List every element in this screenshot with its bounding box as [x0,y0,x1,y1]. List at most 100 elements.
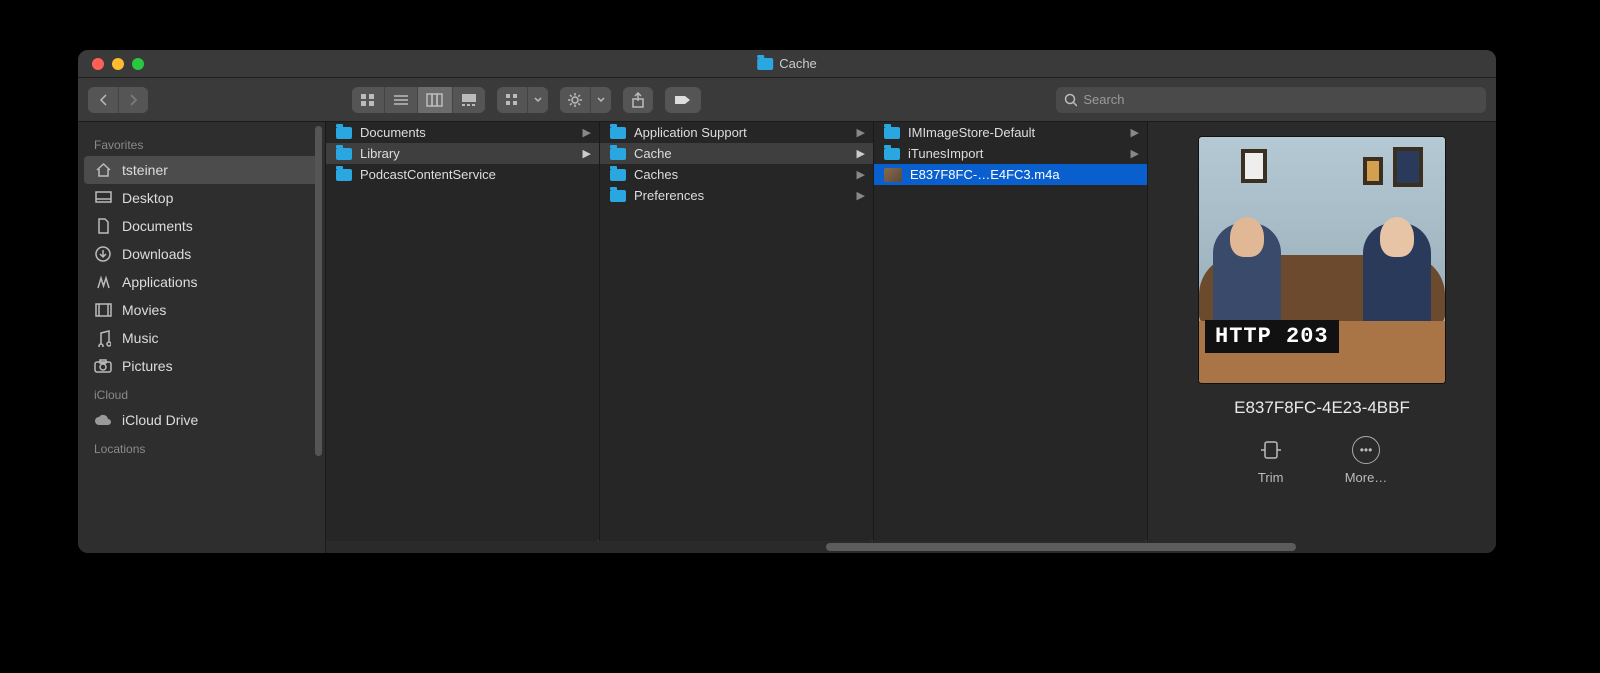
chevron-right-icon: ▶ [1131,147,1139,160]
sidebar: Favorites tsteiner Desktop Documents Dow… [78,122,326,553]
close-window-button[interactable] [92,58,104,70]
action-label: More… [1345,470,1388,485]
list-item[interactable]: iTunesImport ▶ [874,143,1147,164]
chevron-right-icon: ▶ [857,168,865,181]
chevron-right-icon: ▶ [857,189,865,202]
sidebar-item-home[interactable]: tsteiner [84,156,319,184]
view-buttons [352,87,485,113]
view-gallery-button[interactable] [452,87,485,113]
folder-icon [610,148,626,160]
chevron-right-icon [128,93,139,107]
sidebar-item-label: Downloads [122,246,191,262]
list-item[interactable]: Documents ▶ [326,122,599,143]
applications-icon [94,273,112,291]
horizontal-scrollbar[interactable] [326,541,1496,553]
list-item-selected[interactable]: E837F8FC-…E4FC3.m4a [874,164,1147,185]
movies-icon [94,301,112,319]
sidebar-item-label: Desktop [122,190,173,206]
folder-icon [610,190,626,202]
list-item[interactable]: PodcastContentService [326,164,599,185]
list-item-label: iTunesImport [908,146,1123,161]
column-2[interactable]: Application Support ▶ Cache ▶ Caches ▶ P… [600,122,874,553]
sidebar-heading-locations: Locations [78,434,325,460]
sidebar-item-label: Applications [122,274,198,290]
sidebar-item-label: Documents [122,218,193,234]
sidebar-scrollbar[interactable] [315,126,322,456]
chevron-right-icon: ▶ [1131,126,1139,139]
view-list-button[interactable] [384,87,417,113]
column-browser: Documents ▶ Library ▶ PodcastContentServ… [326,122,1496,553]
finder-window: Cache [78,50,1496,553]
zoom-window-button[interactable] [132,58,144,70]
sidebar-item-documents[interactable]: Documents [78,212,325,240]
sidebar-item-icloud-drive[interactable]: iCloud Drive [78,406,325,434]
trim-button[interactable]: Trim [1257,436,1285,485]
back-button[interactable] [88,87,118,113]
list-item-label: IMImageStore-Default [908,125,1123,140]
list-item[interactable]: Library ▶ [326,143,599,164]
scrollbar-thumb[interactable] [826,543,1296,551]
chevron-down-icon [597,97,605,103]
titlebar: Cache [78,50,1496,78]
folder-icon [336,148,352,160]
sidebar-item-music[interactable]: Music [78,324,325,352]
sidebar-heading-icloud: iCloud [78,380,325,406]
list-item-label: Application Support [634,125,849,140]
folder-icon [757,58,773,70]
chevron-down-icon [534,97,542,103]
gear-icon [568,93,582,107]
list-item-label: E837F8FC-…E4FC3.m4a [910,167,1139,182]
chevron-right-icon: ▶ [583,126,591,139]
tags-button[interactable] [665,87,701,113]
list-item[interactable]: Preferences ▶ [600,185,873,206]
sidebar-heading-favorites: Favorites [78,130,325,156]
sidebar-item-applications[interactable]: Applications [78,268,325,296]
list-item-label: PodcastContentService [360,167,591,182]
music-icon [94,329,112,347]
list-icon [393,93,409,107]
window-title: Cache [757,56,817,71]
column-3[interactable]: IMImageStore-Default ▶ iTunesImport ▶ E8… [874,122,1148,553]
downloads-icon [94,245,112,263]
list-item[interactable]: Application Support ▶ [600,122,873,143]
view-icons-button[interactable] [352,87,384,113]
folder-icon [336,169,352,181]
list-item[interactable]: Caches ▶ [600,164,873,185]
list-item[interactable]: IMImageStore-Default ▶ [874,122,1147,143]
sidebar-item-desktop[interactable]: Desktop [78,184,325,212]
documents-icon [94,217,112,235]
preview-thumbnail: HTTP 203 [1198,136,1446,384]
share-icon [631,92,645,108]
forward-button[interactable] [118,87,148,113]
list-item[interactable]: Cache ▶ [600,143,873,164]
action-button[interactable] [560,87,611,113]
artwork-banner-text: HTTP 203 [1205,320,1339,353]
column-1[interactable]: Documents ▶ Library ▶ PodcastContentServ… [326,122,600,553]
folder-icon [336,127,352,139]
search-input[interactable] [1083,92,1478,107]
folder-icon [610,127,626,139]
file-thumbnail-icon [884,168,902,182]
list-item-label: Cache [634,146,849,161]
traffic-lights [78,58,144,70]
sidebar-item-pictures[interactable]: Pictures [78,352,325,380]
grid-small-icon [505,93,519,107]
sidebar-item-downloads[interactable]: Downloads [78,240,325,268]
view-columns-button[interactable] [417,87,452,113]
gallery-icon [461,93,477,107]
folder-icon [884,127,900,139]
trim-icon [1257,436,1285,464]
list-item-label: Preferences [634,188,849,203]
chevron-right-icon: ▶ [857,147,865,160]
chevron-right-icon: ▶ [583,147,591,160]
sidebar-item-label: iCloud Drive [122,412,198,428]
more-button[interactable]: ••• More… [1345,436,1388,485]
preview-pane: HTTP 203 E837F8FC-4E23-4BBF Trim ••• Mor… [1148,122,1496,553]
minimize-window-button[interactable] [112,58,124,70]
share-button[interactable] [623,87,653,113]
preview-filename: E837F8FC-4E23-4BBF [1234,398,1410,418]
group-by-button[interactable] [497,87,548,113]
folder-icon [610,169,626,181]
search-field[interactable] [1056,87,1486,113]
sidebar-item-movies[interactable]: Movies [78,296,325,324]
